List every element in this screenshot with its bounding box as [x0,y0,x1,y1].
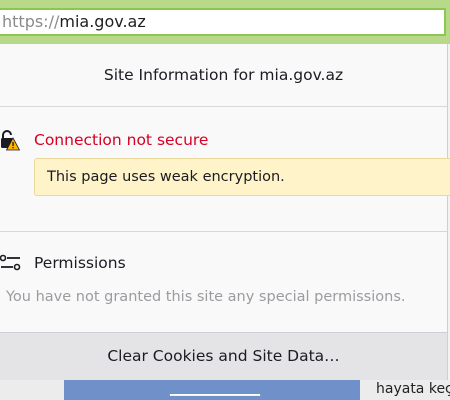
url-scheme: https:// [2,12,60,31]
background-text: hayata keç [376,381,450,397]
permissions-description: You have not granted this site any speci… [6,289,406,305]
weak-encryption-warning: This page uses weak encryption. [34,158,450,196]
security-section: Connection not secure This page uses wea… [0,107,450,232]
panel-title: Site Information for mia.gov.az [0,44,447,107]
background-banner: _______________ [64,380,360,400]
connection-status[interactable]: Connection not secure [34,131,208,149]
permissions-title: Permissions [34,254,126,272]
url-host: mia.gov.az [59,12,146,31]
background-page: _______________ hayata keç [0,380,450,400]
permissions-icon [0,254,22,272]
site-information-panel: Site Information for mia.gov.az Connecti… [0,44,450,380]
clear-cookies-button[interactable]: Clear Cookies and Site Data… [0,332,447,380]
permissions-section: Permissions You have not granted this si… [0,232,447,332]
background-link[interactable]: _______________ [170,382,260,396]
url-bar[interactable]: https://mia.gov.az [0,8,446,36]
toolbar: https://mia.gov.az [0,0,450,44]
insecure-lock-warning-icon [0,129,21,151]
